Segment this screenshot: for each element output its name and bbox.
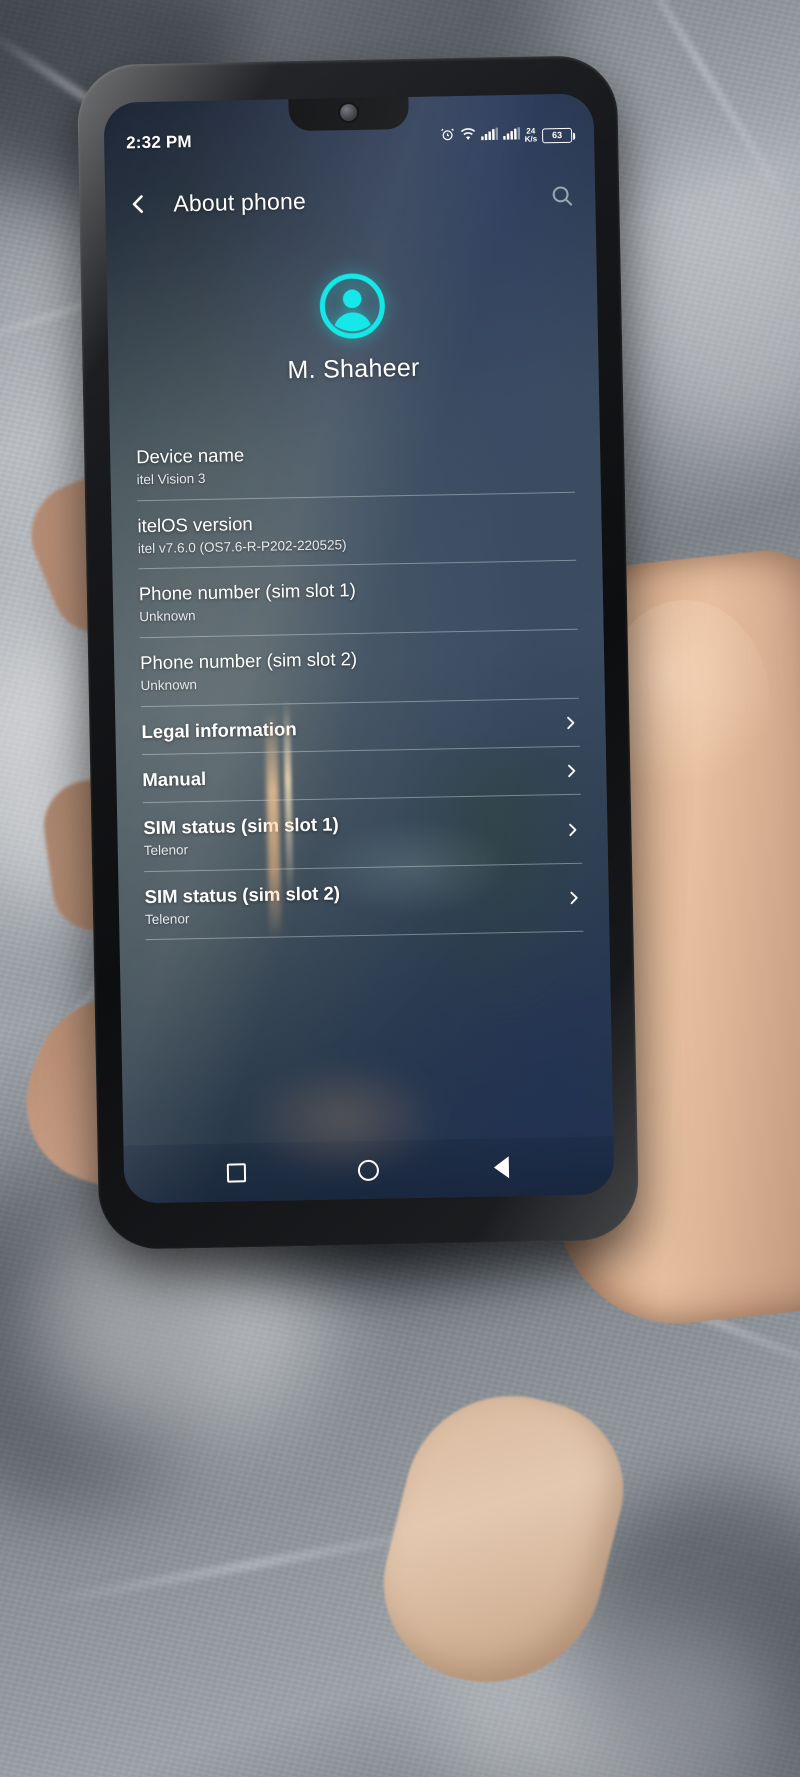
circle-icon (358, 1159, 380, 1181)
app-bar: About phone (105, 167, 596, 232)
navigation-bar (123, 1136, 615, 1204)
alarm-icon (439, 127, 454, 147)
list-item[interactable]: Phone number (sim slot 2) Unknown (139, 629, 579, 707)
square-icon (226, 1162, 246, 1183)
signal-sim2-icon (502, 127, 520, 145)
phone-device: 2:32 PM 24 K/s 63 About phone M. Shaheer… (76, 54, 640, 1251)
list-item-text: Legal information (141, 712, 549, 743)
network-speed-unit: K/s (524, 134, 538, 144)
search-icon[interactable] (549, 183, 575, 209)
chevron-right-icon (565, 889, 583, 907)
chevron-right-icon (562, 762, 580, 780)
recents-button[interactable] (206, 1152, 267, 1193)
status-bar: 2:32 PM 24 K/s 63 (104, 119, 594, 158)
photo-scene: 2:32 PM 24 K/s 63 About phone M. Shaheer… (0, 0, 800, 1777)
signal-sim1-icon (480, 127, 498, 145)
page-title: About phone (173, 187, 307, 216)
avatar[interactable] (319, 272, 386, 339)
chevron-right-icon (561, 714, 579, 732)
list-item[interactable]: Device name itel Vision 3 (135, 423, 575, 501)
list-item-text: Manual (142, 760, 550, 791)
user-name: M. Shaheer (287, 353, 420, 385)
phone-screen: 2:32 PM 24 K/s 63 About phone M. Shaheer… (103, 93, 615, 1204)
list-item-text: Phone number (sim slot 1) Unknown (139, 574, 578, 626)
status-bar-clock: 2:32 PM (125, 132, 192, 153)
about-phone-list: Device name itel Vision 3 itelOS version it… (110, 423, 614, 1143)
front-camera-icon (339, 103, 358, 122)
triangle-icon (493, 1156, 510, 1179)
back-button[interactable] (471, 1147, 532, 1188)
list-item[interactable]: Phone number (sim slot 1) Unknown (138, 561, 578, 639)
list-item-text: SIM status (sim slot 2) Telenor (144, 877, 553, 928)
list-item-text: SIM status (sim slot 1) Telenor (143, 808, 552, 859)
list-item-subtitle: Telenor (143, 842, 189, 859)
list-item[interactable]: SIM status (sim slot 2) Telenor (144, 863, 584, 941)
list-item-title: Manual (142, 767, 207, 790)
list-item[interactable]: Manual (141, 746, 581, 804)
chevron-right-icon (563, 821, 581, 839)
list-item[interactable]: SIM status (sim slot 1) Telenor (142, 794, 583, 872)
home-button[interactable] (339, 1149, 400, 1190)
list-item-text: itelOS version itel v7.6.0 (OS7.6-R-P202-… (137, 505, 576, 557)
profile-header: M. Shaheer (107, 268, 599, 388)
list-item-subtitle: Telenor (144, 911, 190, 927)
list-item[interactable]: Legal information (141, 698, 580, 755)
back-arrow-icon[interactable] (125, 191, 151, 217)
battery-icon: 63 (541, 127, 573, 143)
status-bar-icons: 24 K/s 63 (439, 125, 573, 148)
wifi-icon (459, 128, 475, 146)
list-item-text: Phone number (sim slot 2) Unknown (140, 643, 579, 695)
list-item[interactable]: itelOS version itel v7.6.0 (OS7.6-R-P202-… (137, 492, 577, 570)
list-item-text: Device name itel Vision 3 (136, 437, 575, 489)
network-speed-indicator: 24 K/s (524, 127, 538, 144)
battery-level-label: 63 (551, 129, 563, 141)
list-item-title: Legal information (141, 717, 297, 742)
